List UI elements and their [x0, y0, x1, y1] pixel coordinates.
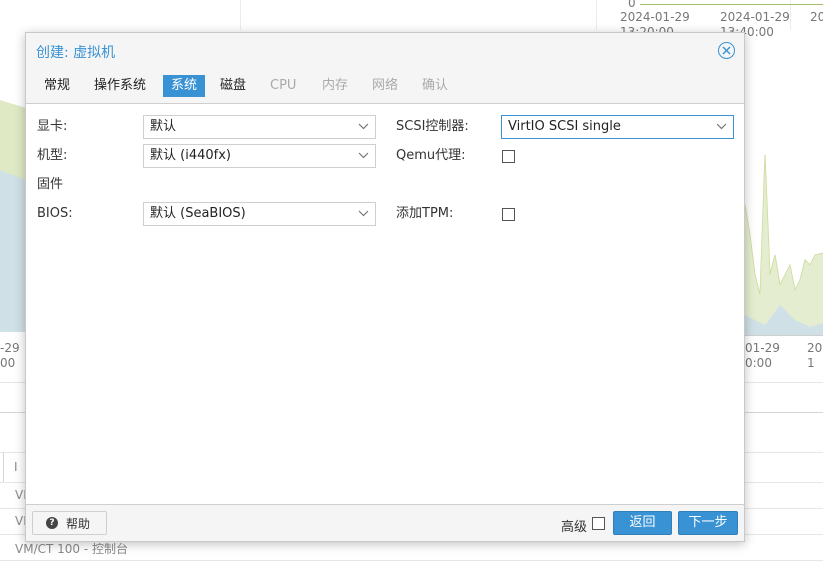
machine-select[interactable]: 默认 (i440fx) [143, 144, 376, 168]
close-icon[interactable] [718, 42, 735, 59]
graphics-card-select[interactable]: 默认 [143, 115, 376, 139]
add-tpm-checkbox[interactable] [502, 208, 515, 221]
chevron-down-icon [716, 123, 727, 130]
bios-label: BIOS: [37, 206, 73, 221]
chevron-down-icon [358, 210, 369, 217]
tab-os[interactable]: 操作系统 [86, 75, 154, 97]
machine-label: 机型: [37, 148, 68, 163]
tab-system[interactable]: 系统 [163, 75, 206, 97]
scsi-controller-value: VirtIO SCSI single [508, 119, 621, 134]
dialog-header: 创建: 虚拟机 [26, 33, 744, 69]
tab-memory: 内存 [322, 78, 349, 93]
next-button[interactable]: 下一步 [678, 511, 738, 535]
help-button-label: 帮助 [66, 517, 91, 531]
advanced-label: 高级 [561, 520, 588, 535]
create-vm-dialog: 创建: 虚拟机 常规 操作系统 系统 磁盘 CPU 内存 网络 确认 显卡: 默… [25, 32, 745, 542]
system-panel: 显卡: 默认 机型: 默认 (i440fx) 固件 BIOS: 默认 (SeaB… [26, 103, 744, 505]
left-axis-label: -29 00 [0, 341, 20, 370]
tab-disks[interactable]: 磁盘 [212, 75, 254, 97]
chevron-down-icon [358, 123, 369, 130]
left-chart-fragment [0, 100, 26, 332]
qemu-agent-label: Qemu代理: [396, 148, 466, 163]
help-icon: ? [46, 517, 58, 529]
list-item: VM/CT 100 - 控制台 [15, 542, 128, 556]
firmware-heading: 固件 [37, 177, 64, 192]
top-axis-label-3: 20 [810, 10, 823, 24]
right-axis-label-2: 20 1 [807, 341, 823, 370]
dialog-title: 创建: 虚拟机 [36, 45, 116, 61]
help-button[interactable]: ? 帮助 [32, 511, 107, 535]
scsi-controller-label: SCSI控制器: [396, 119, 469, 134]
machine-value: 默认 (i440fx) [150, 148, 231, 163]
tab-network: 网络 [372, 78, 399, 93]
bios-select[interactable]: 默认 (SeaBIOS) [143, 202, 376, 226]
list-col-header: I [14, 460, 18, 474]
chevron-down-icon [358, 152, 369, 159]
add-tpm-label: 添加TPM: [396, 206, 454, 221]
bios-value: 默认 (SeaBIOS) [150, 206, 246, 221]
dialog-footer: ? 帮助 高级 返回 下一步 [26, 505, 744, 541]
right-chart-fragment [745, 154, 823, 335]
qemu-agent-checkbox[interactable] [502, 150, 515, 163]
tab-cpu: CPU [270, 78, 297, 93]
right-axis-label-1: 01-29 0:00 [745, 341, 780, 370]
scsi-controller-select[interactable]: VirtIO SCSI single [501, 115, 734, 139]
graphics-card-value: 默认 [150, 119, 177, 134]
back-button[interactable]: 返回 [613, 511, 672, 535]
tab-general[interactable]: 常规 [36, 75, 78, 97]
advanced-checkbox[interactable] [592, 517, 605, 530]
graphics-card-label: 显卡: [37, 119, 68, 134]
tab-confirm: 确认 [422, 78, 449, 93]
